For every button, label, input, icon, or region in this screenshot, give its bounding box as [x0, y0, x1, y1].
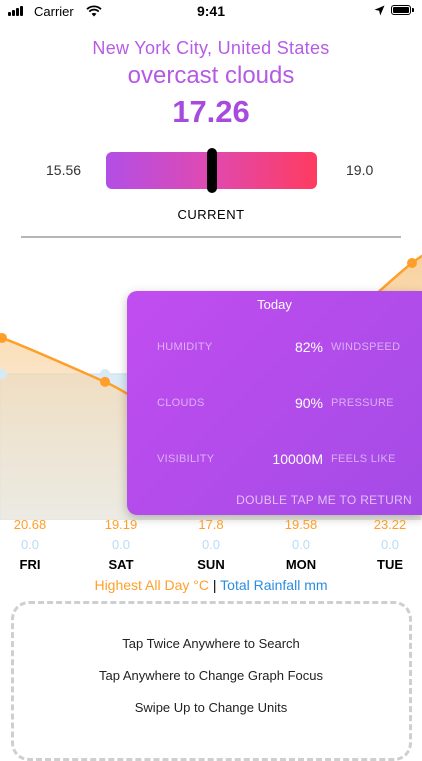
- day-rain: 0.0: [201, 537, 221, 552]
- return-hint[interactable]: DOUBLE TAP ME TO RETURN: [127, 493, 412, 507]
- day-name: SUN: [197, 557, 225, 572]
- day-rain: 0.0: [291, 537, 311, 552]
- feels-like-label: FEELS LIKE: [331, 453, 396, 465]
- clouds-value: 90%: [294, 395, 323, 411]
- legend-rainfall: Total Rainfall mm: [220, 577, 328, 593]
- location-arrow-icon: [374, 5, 385, 16]
- day-high: 19.19: [104, 517, 138, 532]
- temp-point-sat: [100, 376, 110, 387]
- day-name: MON: [285, 557, 317, 572]
- battery-icon: [391, 5, 411, 15]
- help-units-tip: Swipe Up to Change Units: [134, 700, 288, 715]
- today-details-card[interactable]: Today HUMIDITY 82% WINDSPEED CLOUDS 90% …: [127, 291, 422, 515]
- temp-point-tue: [407, 258, 417, 269]
- day-high: 20.68: [13, 517, 47, 532]
- gauge-needle: [206, 148, 217, 193]
- pressure-label: PRESSURE: [331, 397, 394, 409]
- day-name: FRI: [19, 557, 41, 572]
- help-search-tip: Tap Twice Anywhere to Search: [122, 636, 300, 651]
- day-rain: 0.0: [20, 537, 40, 552]
- status-bar: Carrier 9:41: [0, 0, 422, 22]
- day-name: TUE: [377, 557, 403, 572]
- humidity-value: 82%: [294, 339, 323, 355]
- day-rain: 0.0: [111, 537, 131, 552]
- city-name: New York City, United States: [92, 38, 330, 58]
- day-high: 19.58: [284, 517, 318, 532]
- day-rain: 0.0: [380, 537, 400, 552]
- gauge-label: CURRENT: [177, 207, 245, 222]
- weather-description: overcast clouds: [127, 62, 295, 89]
- humidity-label: HUMIDITY: [157, 341, 213, 353]
- status-time: 9:41: [196, 3, 226, 19]
- gauge-min-value: 15.56: [46, 162, 82, 178]
- help-graph-focus-tip: Tap Anywhere to Change Graph Focus: [98, 668, 324, 683]
- visibility-value: 10000M: [272, 451, 323, 467]
- legend-separator: |: [212, 577, 217, 593]
- divider: [21, 236, 401, 238]
- battery-cap: [412, 8, 414, 12]
- day-high: 17.8: [198, 517, 224, 532]
- card-title: Today: [257, 297, 292, 312]
- legend-highest: Highest All Day °C: [94, 577, 209, 593]
- current-temperature: 17.26: [172, 94, 250, 129]
- gauge-max-value: 19.0: [346, 162, 374, 178]
- visibility-label: VISIBILITY: [157, 453, 215, 465]
- clouds-label: CLOUDS: [157, 397, 205, 409]
- chart-legend: Highest All Day °C | Total Rainfall mm: [0, 577, 422, 593]
- day-name: SAT: [108, 557, 134, 572]
- windspeed-label: WINDSPEED: [331, 341, 401, 353]
- day-high: 23.22: [373, 517, 407, 532]
